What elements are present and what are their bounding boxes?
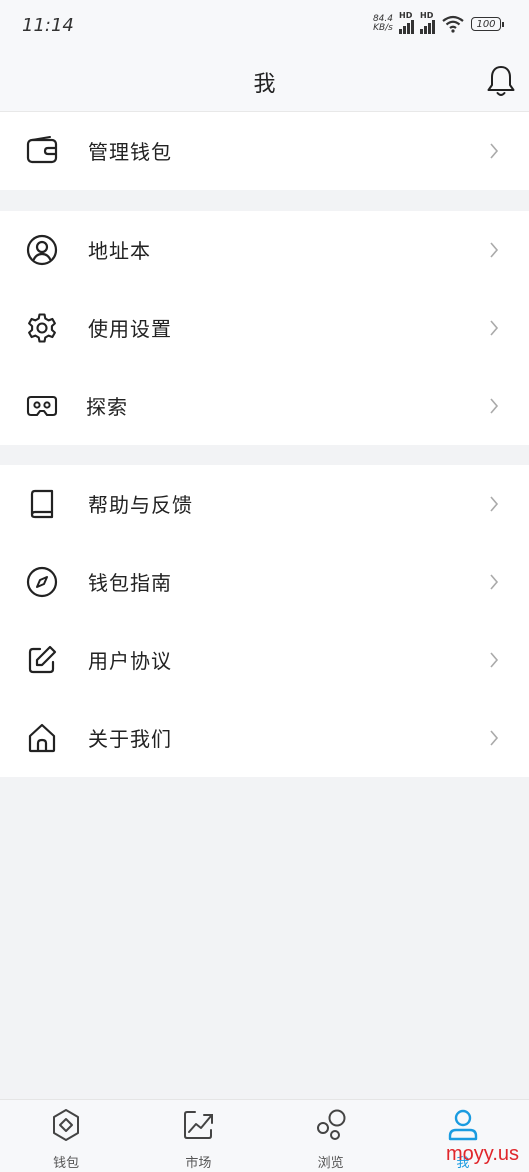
signal-icon: HD bbox=[420, 11, 435, 34]
edit-icon bbox=[28, 645, 57, 674]
menu-item-label: 使用设置 bbox=[88, 317, 172, 341]
tab-market[interactable]: 市场 bbox=[132, 1100, 264, 1172]
vr-goggles-icon bbox=[26, 395, 58, 417]
menu-item-about-us[interactable]: 关于我们 bbox=[0, 699, 529, 777]
tab-label: 浏览 bbox=[317, 1156, 344, 1171]
chevron-right-icon bbox=[490, 320, 499, 336]
menu-item-label: 钱包指南 bbox=[88, 571, 172, 595]
menu-group-wallet: 管理钱包 bbox=[0, 112, 529, 190]
menu-item-manage-wallet[interactable]: 管理钱包 bbox=[0, 112, 529, 190]
page-header: 我 bbox=[0, 52, 529, 112]
status-icons: 84.4 KB/s HD HD 100 bbox=[372, 11, 504, 34]
chevron-right-icon bbox=[490, 574, 499, 590]
chevron-right-icon bbox=[490, 496, 499, 512]
chart-trend-icon bbox=[184, 1111, 214, 1139]
page-title: 我 bbox=[253, 72, 276, 97]
chevron-right-icon bbox=[490, 398, 499, 414]
network-speed: 84.4 KB/s bbox=[372, 14, 393, 33]
tab-label: 市场 bbox=[185, 1156, 212, 1171]
menu-group-settings: 地址本 使用设置 探索 bbox=[0, 211, 529, 445]
menu-item-user-agreement[interactable]: 用户协议 bbox=[0, 621, 529, 699]
wallet-icon bbox=[26, 136, 58, 164]
menu-item-explore[interactable]: 探索 bbox=[0, 367, 529, 445]
menu-item-wallet-guide[interactable]: 钱包指南 bbox=[0, 543, 529, 621]
chevron-right-icon bbox=[490, 242, 499, 258]
tab-browse[interactable]: 浏览 bbox=[265, 1100, 397, 1172]
menu-item-label: 管理钱包 bbox=[88, 140, 172, 164]
tab-wallet[interactable]: 钱包 bbox=[0, 1100, 132, 1172]
wallet-tab-icon bbox=[53, 1109, 80, 1141]
battery-icon: 100 bbox=[471, 17, 504, 31]
menu-item-label: 帮助与反馈 bbox=[88, 493, 193, 517]
tab-label: 钱包 bbox=[53, 1156, 80, 1171]
book-icon bbox=[30, 489, 54, 519]
home-icon bbox=[28, 723, 56, 753]
signal-icon: HD bbox=[399, 11, 414, 34]
status-time: 11:14 bbox=[22, 15, 74, 36]
chevron-right-icon bbox=[490, 652, 499, 668]
menu-item-address-book[interactable]: 地址本 bbox=[0, 211, 529, 289]
menu-item-settings[interactable]: 使用设置 bbox=[0, 289, 529, 367]
menu-group-about: 帮助与反馈 钱包指南 用户协议 关于我们 bbox=[0, 465, 529, 777]
user-icon bbox=[448, 1109, 478, 1141]
gear-icon bbox=[28, 313, 56, 343]
menu-item-label: 用户协议 bbox=[88, 649, 172, 673]
chevron-right-icon bbox=[490, 143, 499, 159]
wifi-icon bbox=[442, 15, 464, 33]
bell-icon[interactable] bbox=[485, 64, 517, 98]
chevron-right-icon bbox=[490, 730, 499, 746]
user-circle-icon bbox=[26, 234, 58, 266]
bubbles-icon bbox=[316, 1109, 346, 1140]
compass-icon bbox=[26, 566, 58, 598]
status-bar: 11:14 84.4 KB/s HD HD 100 bbox=[0, 0, 529, 52]
menu-item-label: 关于我们 bbox=[88, 727, 172, 751]
menu-item-help-feedback[interactable]: 帮助与反馈 bbox=[0, 465, 529, 543]
menu-item-label: 探索 bbox=[86, 395, 128, 419]
watermark-text: moyy.us bbox=[446, 1143, 519, 1165]
menu-item-label: 地址本 bbox=[88, 239, 151, 263]
